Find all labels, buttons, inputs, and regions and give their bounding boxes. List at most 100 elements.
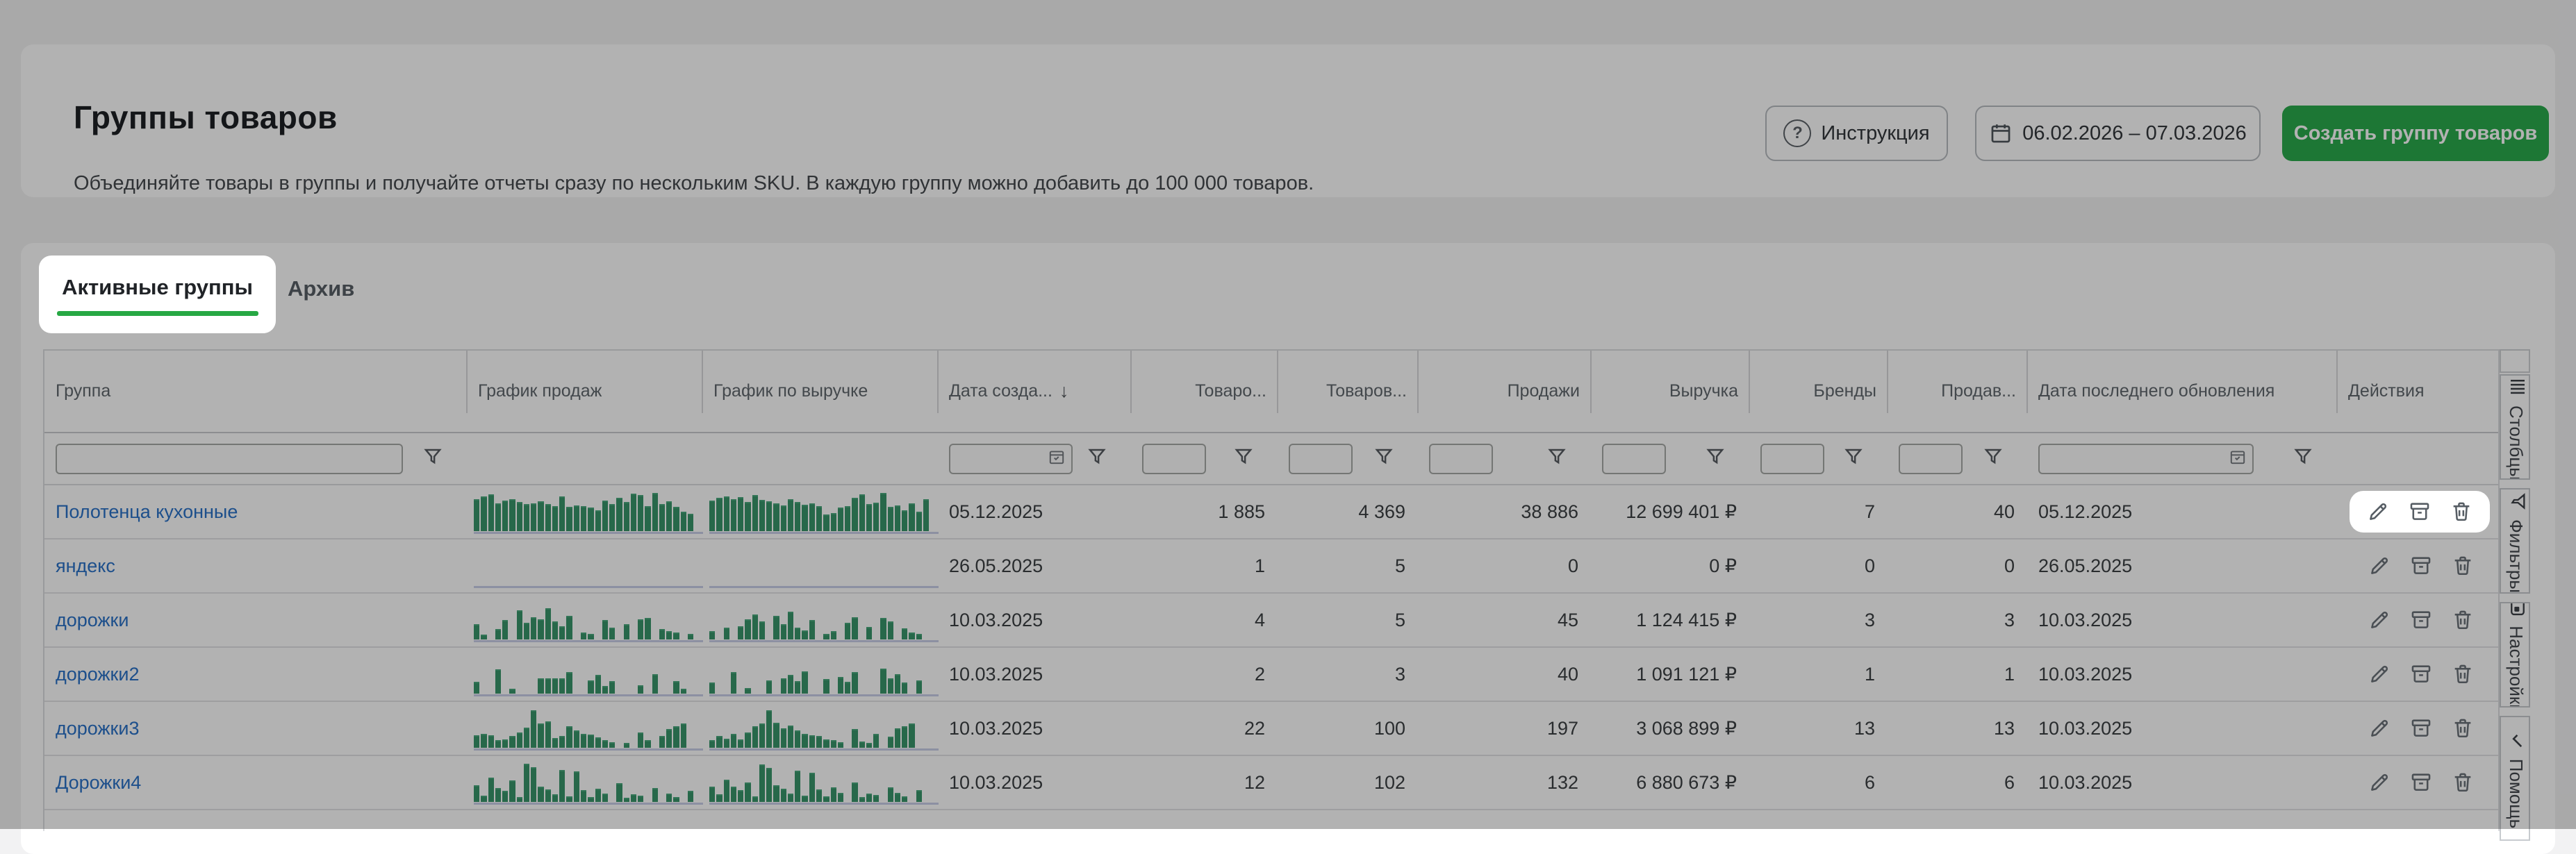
create-group-label: Создать группу товаров: [2294, 122, 2537, 145]
products-cell: 1: [1131, 539, 1278, 592]
edit-icon[interactable]: [2368, 554, 2391, 578]
col-header-created[interactable]: Дата созда... ↓: [938, 351, 1131, 432]
tab-archive[interactable]: Архив: [288, 276, 354, 301]
tab-active-groups[interactable]: Активные группы: [39, 256, 276, 333]
actions-group: [2337, 554, 2475, 578]
col-header-skus[interactable]: Товаров...: [1278, 351, 1418, 432]
trash-icon[interactable]: [2451, 717, 2475, 740]
groups-table: Группа График продаж График по выручке Д…: [43, 349, 2500, 831]
archive-icon[interactable]: [2409, 554, 2433, 578]
skus-filter-input[interactable]: [1289, 444, 1353, 474]
group-link[interactable]: дорожки3: [56, 718, 139, 739]
sellers-filter-input[interactable]: [1899, 444, 1963, 474]
created-date-cell: 05.12.2025: [938, 485, 1131, 538]
archive-icon[interactable]: [2409, 608, 2433, 632]
skus-cell: 5: [1278, 539, 1418, 592]
updated-date-cell: 10.03.2025: [2027, 756, 2337, 809]
products-cell: 22: [1131, 702, 1278, 755]
filter-funnel-icon[interactable]: [422, 446, 443, 471]
sales-cell: 38 886: [1418, 485, 1591, 538]
side-tab-help[interactable]: Помощь: [2500, 716, 2530, 841]
trash-icon[interactable]: [2451, 662, 2475, 686]
archive-icon[interactable]: [2408, 500, 2431, 524]
filter-funnel-icon[interactable]: [1705, 446, 1726, 471]
filter-funnel-icon: [2505, 492, 2528, 511]
filter-funnel-icon[interactable]: [1843, 446, 1864, 471]
archive-icon[interactable]: [2409, 662, 2433, 686]
edit-icon[interactable]: [2368, 608, 2391, 632]
brands-filter-input[interactable]: [1760, 444, 1824, 474]
group-link[interactable]: Дорожки4: [56, 772, 141, 794]
group-link[interactable]: Полотенца кухонные: [56, 501, 238, 523]
sales-sparkline-cell: [467, 702, 702, 755]
filter-funnel-icon[interactable]: [1087, 446, 1107, 471]
sales-filter-input[interactable]: [1429, 444, 1493, 474]
group-link[interactable]: дорожки2: [56, 664, 139, 685]
side-tab-settings[interactable]: Настройки: [2500, 602, 2530, 708]
active-tab-underline: [57, 311, 258, 316]
instruction-button[interactable]: ? Инструкция: [1765, 106, 1948, 161]
group-link[interactable]: дорожки: [56, 610, 129, 631]
trash-icon[interactable]: [2451, 554, 2475, 578]
filter-funnel-icon[interactable]: [1233, 446, 1254, 471]
updated-date-cell: 10.03.2025: [2027, 702, 2337, 755]
created-date-cell: 26.05.2025: [938, 539, 1131, 592]
revenue-cell: 12 699 401 ₽: [1591, 485, 1749, 538]
revenue-sparkline-cell: [702, 756, 938, 809]
check-icon: [2505, 731, 2528, 751]
col-header-revenue-chart[interactable]: График по выручке: [702, 351, 938, 432]
side-tab-columns[interactable]: Столбцы: [2500, 374, 2530, 480]
group-link[interactable]: яндекс: [56, 555, 115, 577]
header-card: Группы товаров Объединяйте товары в груп…: [21, 44, 2555, 197]
edit-icon[interactable]: [2368, 662, 2391, 686]
filter-funnel-icon[interactable]: [1983, 446, 2004, 471]
revenue-filter-input[interactable]: [1602, 444, 1666, 474]
sort-desc-icon[interactable]: ↓: [1059, 380, 1069, 402]
filter-funnel-icon[interactable]: [1373, 446, 1394, 471]
filter-cell-group: [44, 433, 467, 484]
actions-cell: [2337, 539, 2498, 592]
brands-cell: 3: [1749, 594, 1888, 646]
sales-sparkline: [474, 763, 693, 802]
edit-icon[interactable]: [2368, 771, 2391, 794]
col-header-revenue[interactable]: Выручка: [1591, 351, 1749, 432]
col-header-sales[interactable]: Продажи: [1418, 351, 1591, 432]
page-subtitle: Объединяйте товары в группы и получайте …: [74, 172, 1314, 195]
brands-cell: 13: [1749, 702, 1888, 755]
group-name-cell: дорожки2: [44, 648, 467, 701]
question-circle-icon: ?: [1783, 119, 1811, 147]
trash-icon[interactable]: [2451, 608, 2475, 632]
filter-funnel-icon[interactable]: [1546, 446, 1567, 471]
col-header-updated[interactable]: Дата последнего обновления: [2027, 351, 2337, 432]
col-header-sellers[interactable]: Продав...: [1888, 351, 2027, 432]
sellers-cell: 13: [1888, 702, 2027, 755]
sellers-cell: 3: [1888, 594, 2027, 646]
group-filter-input[interactable]: [56, 444, 403, 474]
updated-date-filter-input[interactable]: [2038, 444, 2254, 474]
revenue-cell: 1 091 121 ₽: [1591, 648, 1749, 701]
revenue-sparkline-cell: [702, 485, 938, 538]
sparkline-baseline: [474, 748, 703, 751]
edit-icon[interactable]: [2368, 717, 2391, 740]
sparkline-baseline: [709, 748, 939, 751]
skus-cell: 4 369: [1278, 485, 1418, 538]
created-date-cell: 10.03.2025: [938, 756, 1131, 809]
created-date-filter-input[interactable]: [949, 444, 1073, 474]
archive-icon[interactable]: [2409, 717, 2433, 740]
col-header-group[interactable]: Группа: [44, 351, 467, 432]
create-group-button[interactable]: Создать группу товаров: [2282, 106, 2549, 161]
archive-icon[interactable]: [2409, 771, 2433, 794]
edit-icon[interactable]: [2366, 500, 2390, 524]
brands-cell: 1: [1749, 648, 1888, 701]
col-header-sales-chart[interactable]: График продаж: [467, 351, 702, 432]
tab-active-groups-label: Активные группы: [62, 275, 253, 300]
date-range-button[interactable]: 06.02.2026 – 07.03.2026: [1975, 106, 2261, 161]
trash-icon[interactable]: [2450, 500, 2473, 524]
products-filter-input[interactable]: [1142, 444, 1206, 474]
col-header-products[interactable]: Товаро...: [1131, 351, 1278, 432]
col-header-brands[interactable]: Бренды: [1749, 351, 1888, 432]
trash-icon[interactable]: [2451, 771, 2475, 794]
filter-funnel-icon[interactable]: [2293, 446, 2313, 471]
side-tab-filters[interactable]: Фильтры: [2500, 488, 2530, 594]
group-name-cell: дорожки3: [44, 702, 467, 755]
